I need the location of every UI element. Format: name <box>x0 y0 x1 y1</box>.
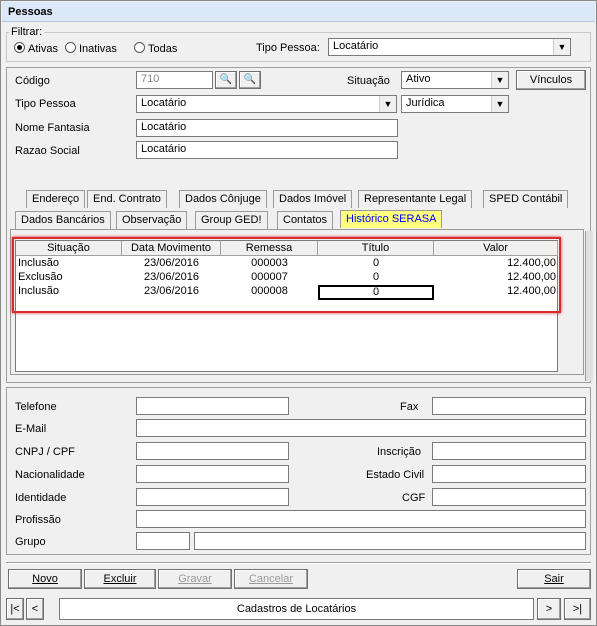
radio-icon <box>65 42 76 53</box>
tab-representante-legal[interactable]: Representante Legal <box>358 190 473 208</box>
radio-icon <box>134 42 145 53</box>
cgf-label: CGF <box>402 492 426 504</box>
cnpj-field[interactable] <box>136 442 289 460</box>
nacionalidade-label: Nacionalidade <box>15 469 85 481</box>
inscricao-label: Inscrição <box>377 446 422 458</box>
last-record-button[interactable]: >| <box>564 598 591 620</box>
telefone-field[interactable] <box>136 397 289 415</box>
grupo-name-field[interactable] <box>194 532 586 550</box>
window-title: Pessoas <box>2 2 595 22</box>
radio-icon <box>14 42 25 53</box>
tab-scrollbar[interactable] <box>585 231 593 381</box>
codigo-field[interactable]: 710 <box>136 71 213 89</box>
chevron-down-icon: ▼ <box>379 96 396 112</box>
grupo-label: Grupo <box>15 536 46 548</box>
nome-fantasia-label: Nome Fantasia <box>15 122 90 134</box>
chevron-down-icon: ▼ <box>491 96 508 112</box>
radio-label: Todas <box>148 43 178 55</box>
situacao-label: Situação <box>347 75 390 87</box>
razao-social-field[interactable]: Locatário <box>136 141 398 159</box>
pessoas-window: Pessoas Filtrar: Ativas Inativas Todas T… <box>0 0 597 626</box>
grupo-code-field[interactable] <box>136 532 190 550</box>
tab-dados-bancarios[interactable]: Dados Bancários <box>15 211 111 229</box>
email-label: E-Mail <box>15 423 47 435</box>
chevron-down-icon: ▼ <box>491 72 508 88</box>
situacao-select[interactable]: Ativo ▼ <box>401 71 509 89</box>
fax-label: Fax <box>400 401 419 413</box>
radio-label: Ativas <box>28 43 58 55</box>
codigo-label: Código <box>15 75 50 87</box>
select-value: Locatário <box>333 40 379 52</box>
novo-button[interactable]: Novo <box>8 569 82 589</box>
excluir-button[interactable]: Excluir <box>84 569 156 589</box>
natureza-select[interactable]: Jurídica ▼ <box>401 95 509 113</box>
navigator-caption: Cadastros de Locatários <box>59 598 534 620</box>
identidade-label: Identidade <box>15 492 67 504</box>
filter-legend: Filtrar: <box>9 26 45 38</box>
binoculars-icon[interactable]: 🔍 <box>239 71 261 89</box>
profissao-label: Profissão <box>15 514 61 526</box>
cnpj-label: CNPJ / CPF <box>15 446 75 458</box>
binoculars-icon[interactable]: 🔍 <box>215 71 237 89</box>
vinculos-button[interactable]: Vínculos <box>516 70 586 90</box>
button-label: Excluir <box>103 573 137 585</box>
tipo-pessoa-filter-select[interactable]: Locatário ▼ <box>328 38 571 56</box>
radio-todas[interactable]: Todas <box>134 42 177 55</box>
next-record-button[interactable]: > <box>537 598 561 620</box>
select-value: Ativo <box>406 73 431 85</box>
tipo-pessoa-filter-label: Tipo Pessoa: <box>256 42 320 54</box>
tipo-pessoa-label: Tipo Pessoa <box>15 98 76 110</box>
tab-sped-contabil[interactable]: SPED Contábil <box>483 190 569 208</box>
tab-end-contrato[interactable]: End. Contrato <box>87 190 167 208</box>
chevron-down-icon: ▼ <box>553 39 570 55</box>
button-label: Cancelar <box>248 573 294 585</box>
divider <box>6 562 591 564</box>
tab-dados-conjuge[interactable]: Dados Cônjuge <box>179 190 267 208</box>
radio-inativas[interactable]: Inativas <box>65 42 117 55</box>
prev-record-button[interactable]: < <box>26 598 44 620</box>
tab-contatos[interactable]: Contatos <box>277 211 334 229</box>
tab-historico-serasa[interactable]: Histórico SERASA <box>340 210 443 228</box>
tab-endereco[interactable]: Endereço <box>26 190 86 208</box>
radio-ativas[interactable]: Ativas <box>14 42 58 55</box>
email-field[interactable] <box>136 419 586 437</box>
identidade-field[interactable] <box>136 488 289 506</box>
first-record-button[interactable]: |< <box>6 598 24 620</box>
telefone-label: Telefone <box>15 401 57 413</box>
radio-label: Inativas <box>79 43 117 55</box>
button-label: Gravar <box>178 573 212 585</box>
profissao-field[interactable] <box>136 510 586 528</box>
cancelar-button[interactable]: Cancelar <box>234 569 308 589</box>
fax-field[interactable] <box>432 397 586 415</box>
cgf-field[interactable] <box>432 488 586 506</box>
sair-button[interactable]: Sair <box>517 569 591 589</box>
tab-dados-imovel[interactable]: Dados Imóvel <box>273 190 353 208</box>
tab-group-ged[interactable]: Group GED! <box>195 211 268 229</box>
button-label: Novo <box>32 573 58 585</box>
select-value: Jurídica <box>406 97 445 109</box>
nacionalidade-field[interactable] <box>136 465 289 483</box>
select-value: Locatário <box>141 97 187 109</box>
nome-fantasia-field[interactable]: Locatário <box>136 119 398 137</box>
highlight-box <box>12 237 561 313</box>
estado-civil-label: Estado Civil <box>366 469 425 481</box>
gravar-button[interactable]: Gravar <box>158 569 232 589</box>
estado-civil-field[interactable] <box>432 465 586 483</box>
razao-social-label: Razao Social <box>15 145 80 157</box>
tipo-pessoa-select[interactable]: Locatário ▼ <box>136 95 397 113</box>
button-label: Sair <box>544 573 564 585</box>
inscricao-field[interactable] <box>432 442 586 460</box>
tab-observacao[interactable]: Observação <box>116 211 188 229</box>
